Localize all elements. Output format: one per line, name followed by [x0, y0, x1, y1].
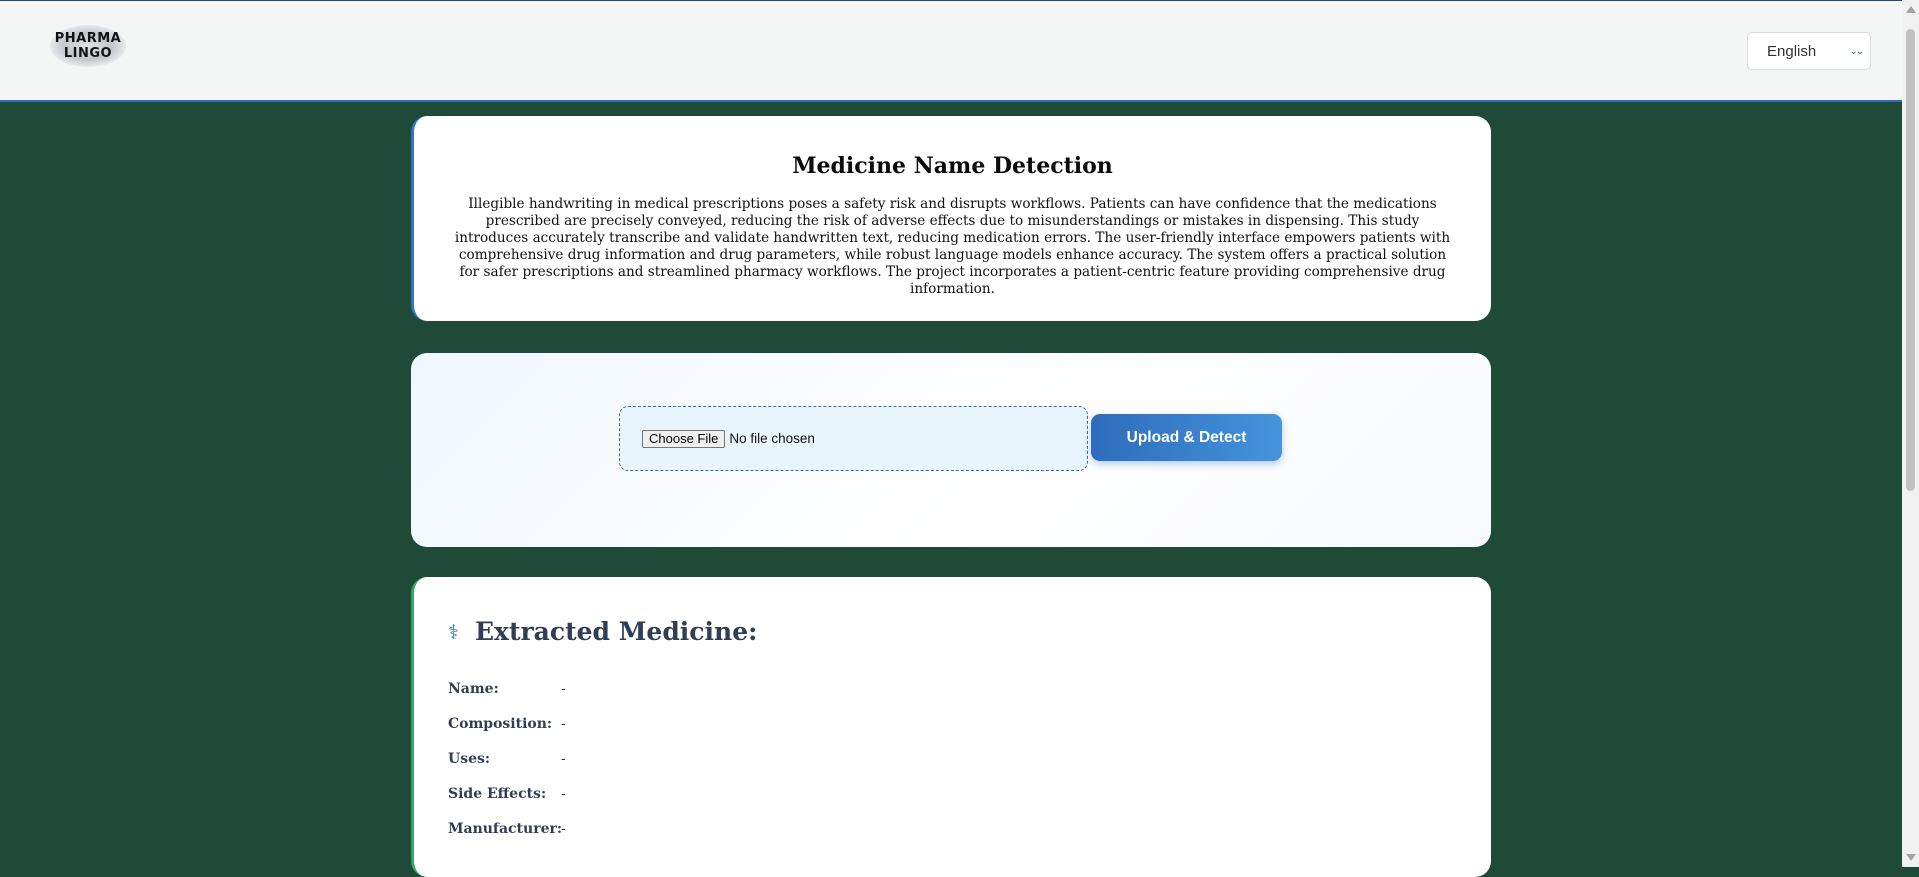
scroll-up-arrow-icon[interactable]: [1906, 6, 1916, 13]
result-title-text: Extracted Medicine:: [475, 617, 758, 646]
page-scrollbar[interactable]: [1902, 0, 1919, 867]
field-label: Uses:: [448, 751, 491, 767]
logo-line-2: LINGO: [63, 46, 113, 61]
field-uses: Uses: -: [448, 751, 566, 767]
field-label: Manufacturer:: [448, 821, 563, 837]
upload-card: Choose File No file chosen Upload & Dete…: [411, 353, 1491, 547]
field-value: -: [561, 751, 566, 767]
field-name: Name: -: [448, 681, 566, 697]
field-value: -: [561, 821, 566, 837]
scroll-down-arrow-icon[interactable]: [1906, 854, 1916, 861]
about-card: Medicine Name Detection Illegible handwr…: [411, 116, 1491, 321]
logo-line-1: PHARMA: [54, 31, 122, 46]
field-manufacturer: Manufacturer: -: [448, 821, 566, 837]
field-side-effects: Side Effects: -: [448, 786, 566, 802]
site-header: PHARMA LINGO English ⌄⌄: [0, 1, 1902, 102]
language-select[interactable]: English ⌄⌄: [1747, 32, 1871, 70]
result-card: ⚕ Extracted Medicine: Name: - Compositio…: [411, 577, 1491, 877]
choose-file-button[interactable]: Choose File: [642, 429, 726, 448]
file-status-text: No file chosen: [729, 431, 815, 446]
caduceus-icon: ⚕: [448, 619, 459, 644]
result-title: ⚕ Extracted Medicine:: [448, 617, 757, 646]
field-label: Side Effects:: [448, 786, 547, 802]
file-upload-dropzone[interactable]: Choose File No file chosen: [619, 406, 1088, 471]
field-composition: Composition: -: [448, 716, 566, 732]
about-description: Illegible handwriting in medical prescri…: [454, 196, 1451, 297]
chevron-down-icon: ⌄⌄: [1849, 46, 1864, 57]
scrollbar-thumb[interactable]: [1906, 29, 1915, 491]
page-title: Medicine Name Detection: [792, 153, 1113, 179]
field-value: -: [561, 716, 566, 732]
field-value: -: [561, 681, 566, 697]
field-label: Composition:: [448, 716, 553, 732]
language-selected-value: English: [1767, 42, 1817, 60]
field-label: Name:: [448, 681, 499, 697]
field-value: -: [561, 786, 566, 802]
pharma-lingo-logo[interactable]: PHARMA LINGO: [50, 25, 126, 67]
upload-detect-button[interactable]: Upload & Detect: [1091, 414, 1282, 461]
